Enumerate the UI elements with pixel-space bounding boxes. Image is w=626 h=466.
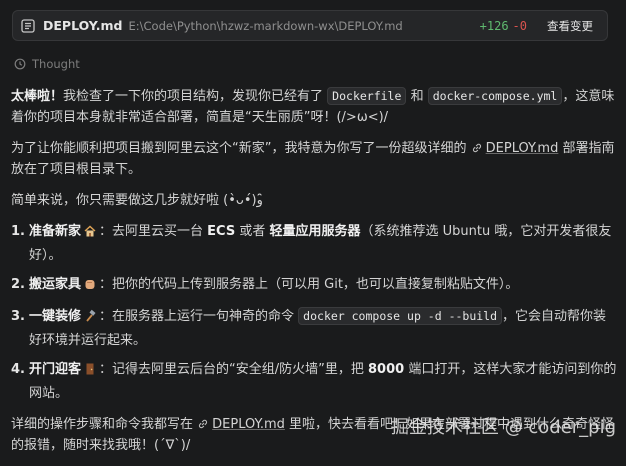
step-bold: 轻量应用服务器 <box>269 224 361 239</box>
house-icon <box>83 224 97 245</box>
file-path: E:\Code\Python\hzwz-markdown-wx\DEPLOY.m… <box>128 18 403 33</box>
step-title: 准备新家 <box>29 224 82 239</box>
link-icon <box>472 143 481 153</box>
step-text: 或者 <box>239 224 266 239</box>
file-change-bar[interactable]: DEPLOY.md E:\Code\Python\hzwz-markdown-w… <box>12 10 608 41</box>
step-bold: ECS <box>207 224 236 239</box>
code-dockerfile: Dockerfile <box>327 87 407 105</box>
assistant-message: 太棒啦！我检查了一下你的项目结构，发现你已经有了 Dockerfile 和 do… <box>11 86 617 466</box>
closing-text-1: 详细的操作步骤和命令我都写在 <box>11 417 194 432</box>
code-docker-command: docker compose up -d --build <box>298 307 503 325</box>
deploy-md-link-text: DEPLOY.md <box>485 141 559 156</box>
clock-icon <box>14 58 26 70</box>
list-item: 3. 一键装修 ：在服务器上运行一句神奇的命令 docker compose up… <box>11 306 617 351</box>
step-number: 4. <box>11 362 25 377</box>
paragraph-intro: 太棒啦！我检查了一下你的项目结构，发现你已经有了 Dockerfile 和 do… <box>11 86 617 128</box>
steps-list: 1. 准备新家 ：去阿里云买一台 ECS 或者 轻量应用服务器（系统推荐选 Ubu… <box>11 221 617 404</box>
intro-text-1: 我检查了一下你的项目结构，发现你已经有了 <box>63 89 324 104</box>
step-title: 一键装修 <box>29 309 82 324</box>
paragraph-summary: 简单来说，你只需要做这几步就好啦 (•̀ᴗ•́)و ̑̑ <box>11 193 267 208</box>
step-text: ：在服务器上运行一句神奇的命令 <box>99 309 295 324</box>
step-number: 3. <box>11 309 25 324</box>
file-name[interactable]: DEPLOY.md <box>43 18 122 33</box>
code-docker-compose: docker-compose.yml <box>427 87 563 105</box>
deletions-count: -0 <box>512 18 527 33</box>
intro-text-2: 和 <box>410 89 424 104</box>
thought-toggle[interactable]: Thought <box>14 57 80 71</box>
step-bold: 8000 <box>368 362 405 377</box>
step-number: 2. <box>11 277 25 292</box>
additions-count: +126 <box>479 18 509 33</box>
hammer-icon <box>83 309 97 330</box>
file-icon <box>21 18 35 33</box>
link-icon <box>199 419 208 429</box>
deploy-md-link-text: DEPLOY.md <box>212 417 285 432</box>
list-item: 4. 开门迎客 ：记得去阿里云后台的“安全组/防火墙”里，把 8000 端口打开，… <box>11 359 617 404</box>
intro-lead: 太棒啦！ <box>11 89 64 104</box>
deploy-md-link-2[interactable]: DEPLOY.md <box>197 417 285 432</box>
deploy-md-link[interactable]: DEPLOY.md <box>471 141 559 156</box>
list-item: 1. 准备新家 ：去阿里云买一台 ECS 或者 轻量应用服务器（系统推荐选 Ubu… <box>11 221 617 266</box>
step-title: 搬运家具 <box>29 277 82 292</box>
watermark: 掘金技术社区 @ coder_pig <box>390 417 616 438</box>
step-text: ：去阿里云买一台 <box>99 224 204 239</box>
step-text: ：把你的代码上传到服务器上（可以用 Git，也可以直接复制粘贴文件）。 <box>99 277 519 292</box>
guide-text-1: 为了让你能顺利把项目搬到阿里云这个“新家”，我特意为你写了一份超级详细的 <box>11 141 467 156</box>
paragraph-guide: 为了让你能顺利把项目搬到阿里云这个“新家”，我特意为你写了一份超级详细的 DEP… <box>11 138 617 180</box>
list-item: 2. 搬运家具 ：把你的代码上传到服务器上（可以用 Git，也可以直接复制粘贴文件… <box>11 274 617 298</box>
door-icon <box>83 362 97 383</box>
step-number: 1. <box>11 224 25 239</box>
thought-label: Thought <box>32 57 80 71</box>
view-changes-button[interactable]: 查看变更 <box>541 16 599 36</box>
step-title: 开门迎客 <box>29 362 82 377</box>
step-text: ：记得去阿里云后台的“安全组/防火墙”里，把 <box>99 362 364 377</box>
hand-icon <box>83 277 97 298</box>
